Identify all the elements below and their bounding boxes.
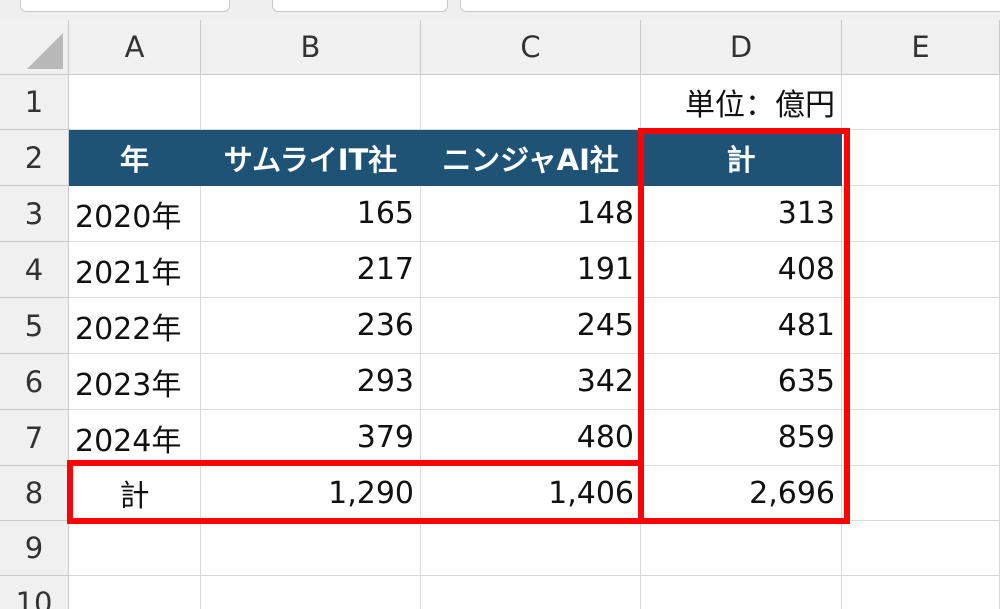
total-value-cell[interactable]: 859 xyxy=(641,410,842,466)
year-cell[interactable]: 2022年 xyxy=(69,298,201,354)
cell-e9[interactable] xyxy=(842,521,1000,576)
samurai-value-cell[interactable]: 165 xyxy=(201,186,421,242)
cell-b1[interactable] xyxy=(201,75,421,130)
select-all-corner[interactable] xyxy=(0,20,69,75)
total-value-cell[interactable]: 635 xyxy=(641,354,842,410)
row-header-2[interactable]: 2 xyxy=(0,130,69,186)
ninja-value-cell[interactable]: 148 xyxy=(421,186,641,242)
year-cell[interactable]: 2021年 xyxy=(69,242,201,298)
samurai-value-cell[interactable]: 379 xyxy=(201,410,421,466)
cell-e8[interactable] xyxy=(842,466,1000,521)
total-value-cell[interactable]: 408 xyxy=(641,242,842,298)
row-header-7[interactable]: 7 xyxy=(0,410,69,466)
toolbar-tab-1[interactable] xyxy=(20,0,230,12)
cell-e5[interactable] xyxy=(842,298,1000,354)
header-total[interactable]: 計 xyxy=(641,130,842,186)
cell-e6[interactable] xyxy=(842,354,1000,410)
column-header-a[interactable]: A xyxy=(69,20,201,75)
samurai-value-cell[interactable]: 293 xyxy=(201,354,421,410)
samurai-total-cell[interactable]: 1,290 xyxy=(201,466,421,521)
row-header-1[interactable]: 1 xyxy=(0,75,69,130)
column-header-b[interactable]: B xyxy=(201,20,421,75)
row-header-5[interactable]: 5 xyxy=(0,298,69,354)
cell-a1[interactable] xyxy=(69,75,201,130)
cell-e3[interactable] xyxy=(842,186,1000,242)
cell-c10[interactable] xyxy=(421,576,641,609)
cell-e7[interactable] xyxy=(842,410,1000,466)
header-samurai-it[interactable]: サムライIT社 xyxy=(201,130,421,186)
cell-c9[interactable] xyxy=(421,521,641,576)
select-all-triangle-icon xyxy=(27,33,63,69)
column-header-e[interactable]: E xyxy=(842,20,1000,75)
row-header-9[interactable]: 9 xyxy=(0,521,69,576)
row-header-8[interactable]: 8 xyxy=(0,466,69,521)
cell-e4[interactable] xyxy=(842,242,1000,298)
ninja-value-cell[interactable]: 245 xyxy=(421,298,641,354)
cell-a9[interactable] xyxy=(69,521,201,576)
year-cell[interactable]: 2020年 xyxy=(69,186,201,242)
ninja-value-cell[interactable]: 480 xyxy=(421,410,641,466)
toolbar-tab-2[interactable] xyxy=(272,0,448,12)
row-header-6[interactable]: 6 xyxy=(0,354,69,410)
cell-d10[interactable] xyxy=(641,576,842,609)
total-label-cell[interactable]: 計 xyxy=(69,466,201,521)
cell-d9[interactable] xyxy=(641,521,842,576)
unit-note-cell[interactable]: 単位：億円 xyxy=(641,75,842,130)
grand-total-cell[interactable]: 2,696 xyxy=(641,466,842,521)
header-year[interactable]: 年 xyxy=(69,130,201,186)
cell-b10[interactable] xyxy=(201,576,421,609)
ninja-value-cell[interactable]: 342 xyxy=(421,354,641,410)
ninja-value-cell[interactable]: 191 xyxy=(421,242,641,298)
year-cell[interactable]: 2024年 xyxy=(69,410,201,466)
samurai-value-cell[interactable]: 217 xyxy=(201,242,421,298)
total-value-cell[interactable]: 313 xyxy=(641,186,842,242)
window-top-strip xyxy=(0,0,1000,20)
cell-c1[interactable] xyxy=(421,75,641,130)
cell-a10[interactable] xyxy=(69,576,201,609)
samurai-value-cell[interactable]: 236 xyxy=(201,298,421,354)
cell-e2[interactable] xyxy=(842,130,1000,186)
row-header-10[interactable]: 10 xyxy=(0,576,69,609)
total-value-cell[interactable]: 481 xyxy=(641,298,842,354)
spreadsheet-grid: A B C D E 1 単位：億円 2 年 サムライIT社 ニンジャAI社 計 … xyxy=(0,20,1000,609)
cell-b9[interactable] xyxy=(201,521,421,576)
header-ninja-ai[interactable]: ニンジャAI社 xyxy=(421,130,641,186)
formula-bar[interactable] xyxy=(460,0,1000,12)
year-cell[interactable]: 2023年 xyxy=(69,354,201,410)
row-header-3[interactable]: 3 xyxy=(0,186,69,242)
column-header-d[interactable]: D xyxy=(641,20,842,75)
cell-e10[interactable] xyxy=(842,576,1000,609)
ninja-total-cell[interactable]: 1,406 xyxy=(421,466,641,521)
cell-e1[interactable] xyxy=(842,75,1000,130)
row-header-4[interactable]: 4 xyxy=(0,242,69,298)
column-header-c[interactable]: C xyxy=(421,20,641,75)
